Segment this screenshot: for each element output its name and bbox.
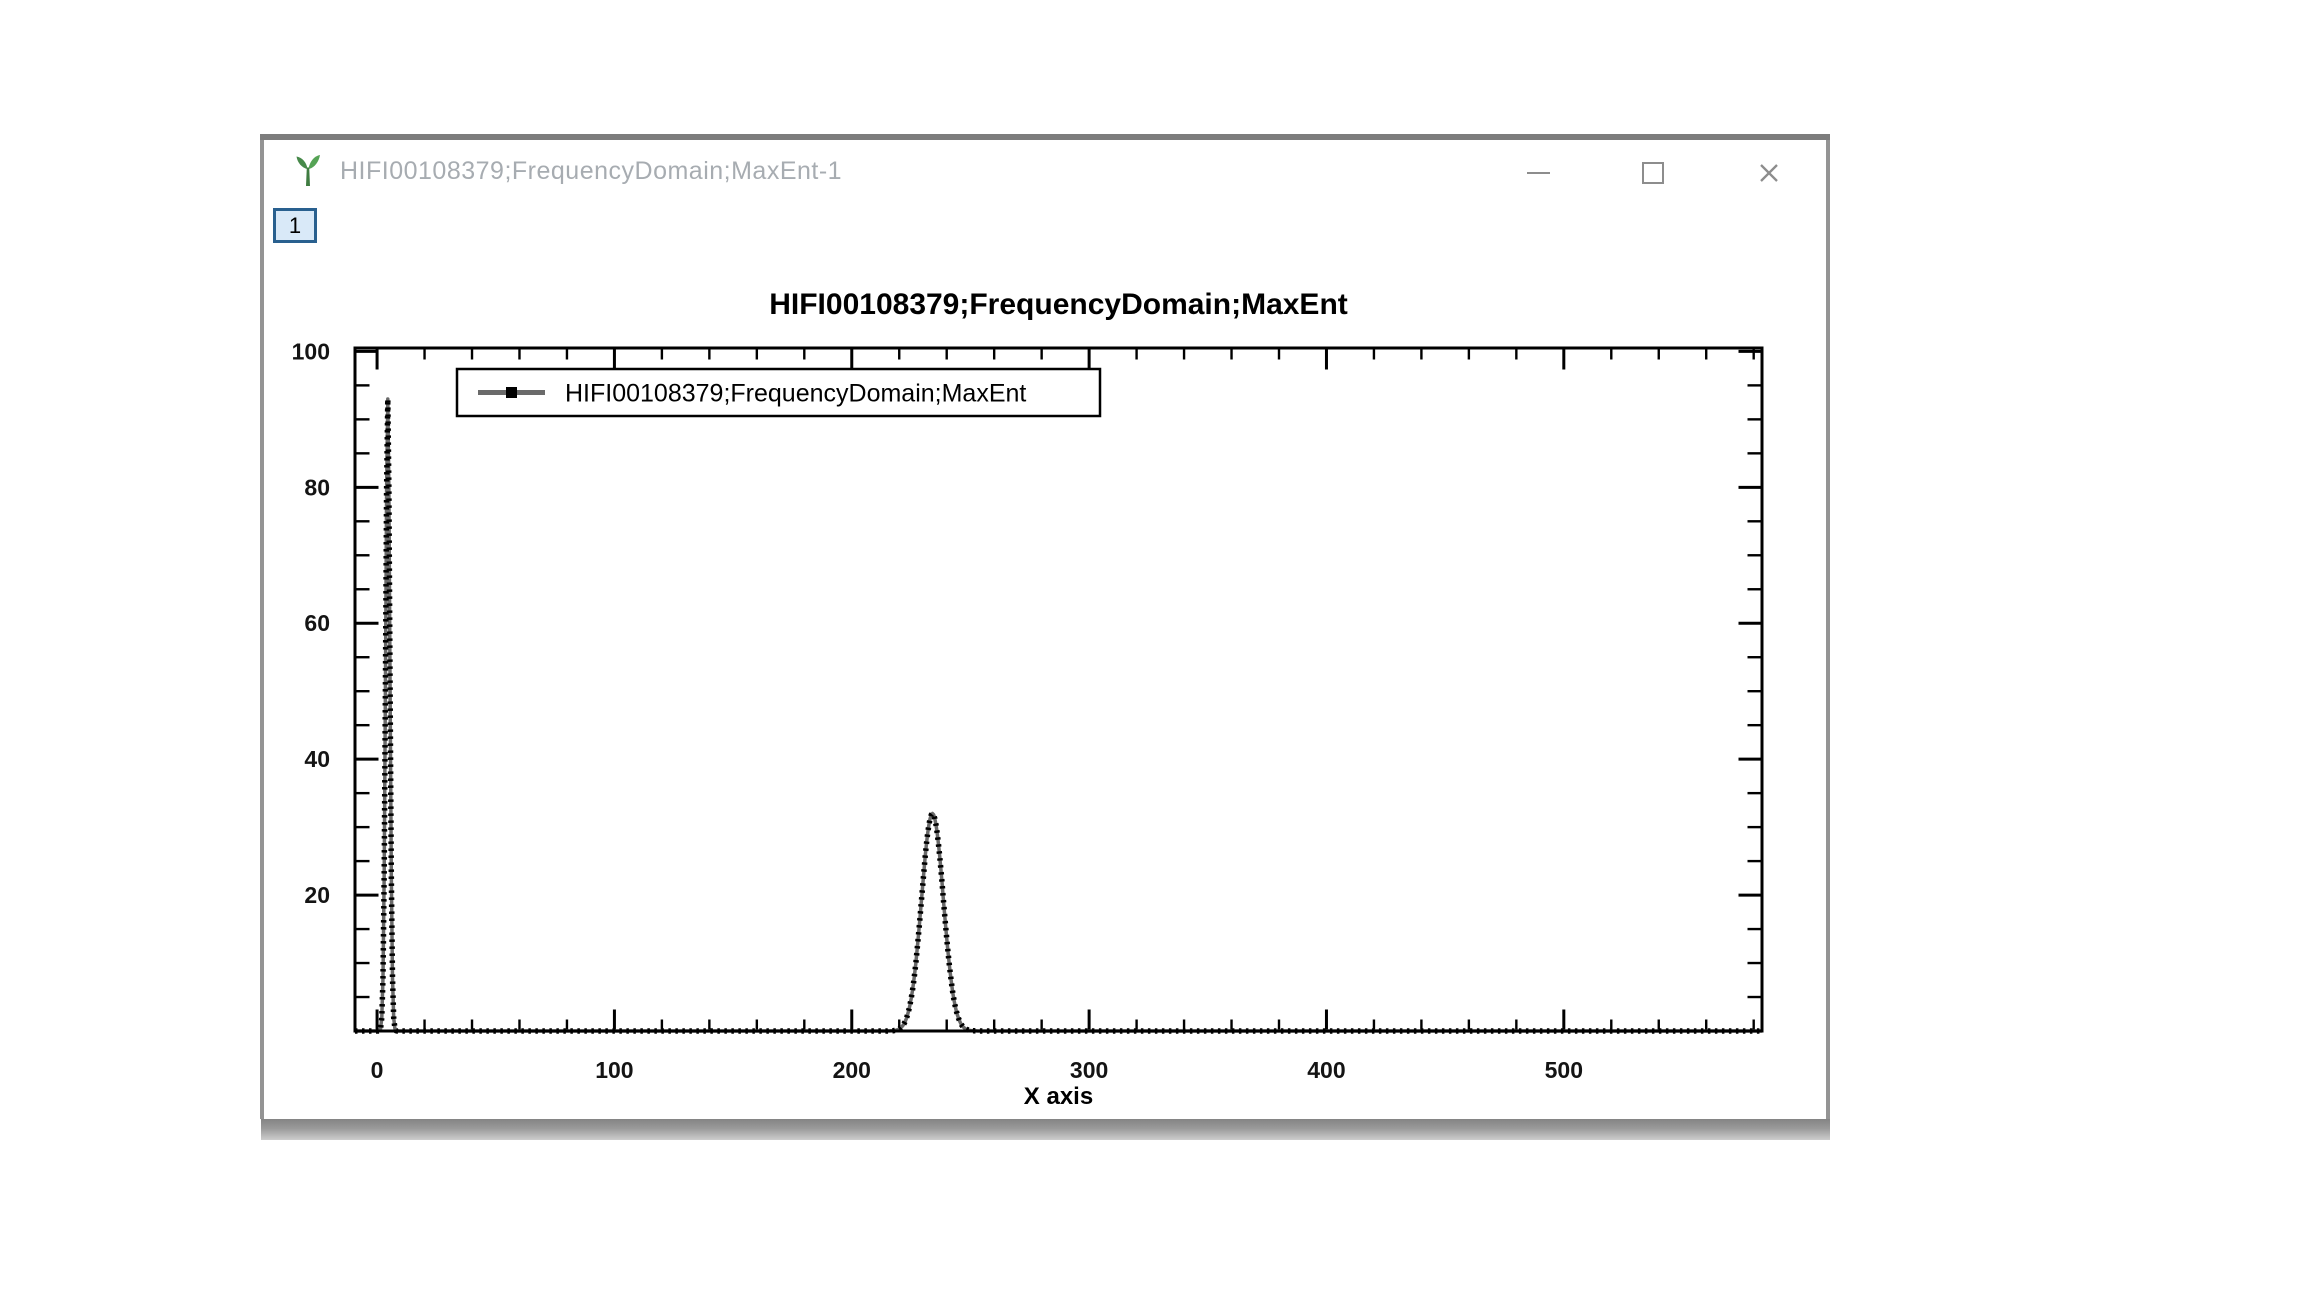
close-button[interactable] [1746,150,1792,196]
page-number-badge[interactable]: 1 [273,208,317,243]
svg-text:100: 100 [292,338,330,364]
minimize-icon [1527,172,1550,174]
svg-text:400: 400 [1307,1057,1345,1083]
legend: HIFI00108379;FrequencyDomain;MaxEnt [457,369,1100,416]
svg-text:60: 60 [304,610,330,636]
sprout-icon [294,152,322,194]
svg-text:200: 200 [833,1057,871,1083]
window-title: HIFI00108379;FrequencyDomain;MaxEnt-1 [340,140,842,202]
svg-text:20: 20 [304,882,330,908]
svg-text:100: 100 [595,1057,633,1083]
svg-text:40: 40 [304,746,330,772]
svg-text:HIFI00108379;FrequencyDomain;M: HIFI00108379;FrequencyDomain;MaxEnt [769,288,1348,321]
maximize-button[interactable] [1630,150,1676,196]
maximize-icon [1642,162,1664,184]
window-bottom-border [261,1119,1830,1140]
close-icon [1757,161,1781,185]
svg-text:500: 500 [1545,1057,1583,1083]
window-body: HIFI00108379;FrequencyDomain;MaxEnt 0 100 2… [260,140,1830,1119]
titlebar[interactable]: HIFI00108379;FrequencyDomain;MaxEnt-1 [264,140,1826,202]
svg-text:X axis: X axis [1024,1083,1093,1110]
svg-text:0: 0 [371,1057,384,1083]
svg-text:HIFI00108379;FrequencyDomain;M: HIFI00108379;FrequencyDomain;MaxEnt [565,380,1026,408]
chart-canvas[interactable]: HIFI00108379;FrequencyDomain;MaxEnt 0 100 2… [264,140,1826,1119]
app-window: HIFI00108379;FrequencyDomain;MaxEnt 0 100 2… [260,134,1830,1140]
svg-text:80: 80 [304,474,330,500]
minimize-button[interactable] [1515,150,1561,196]
screen: { "window": { "title": "HIFI00108379;Fre… [0,0,2304,1296]
svg-text:300: 300 [1070,1057,1108,1083]
